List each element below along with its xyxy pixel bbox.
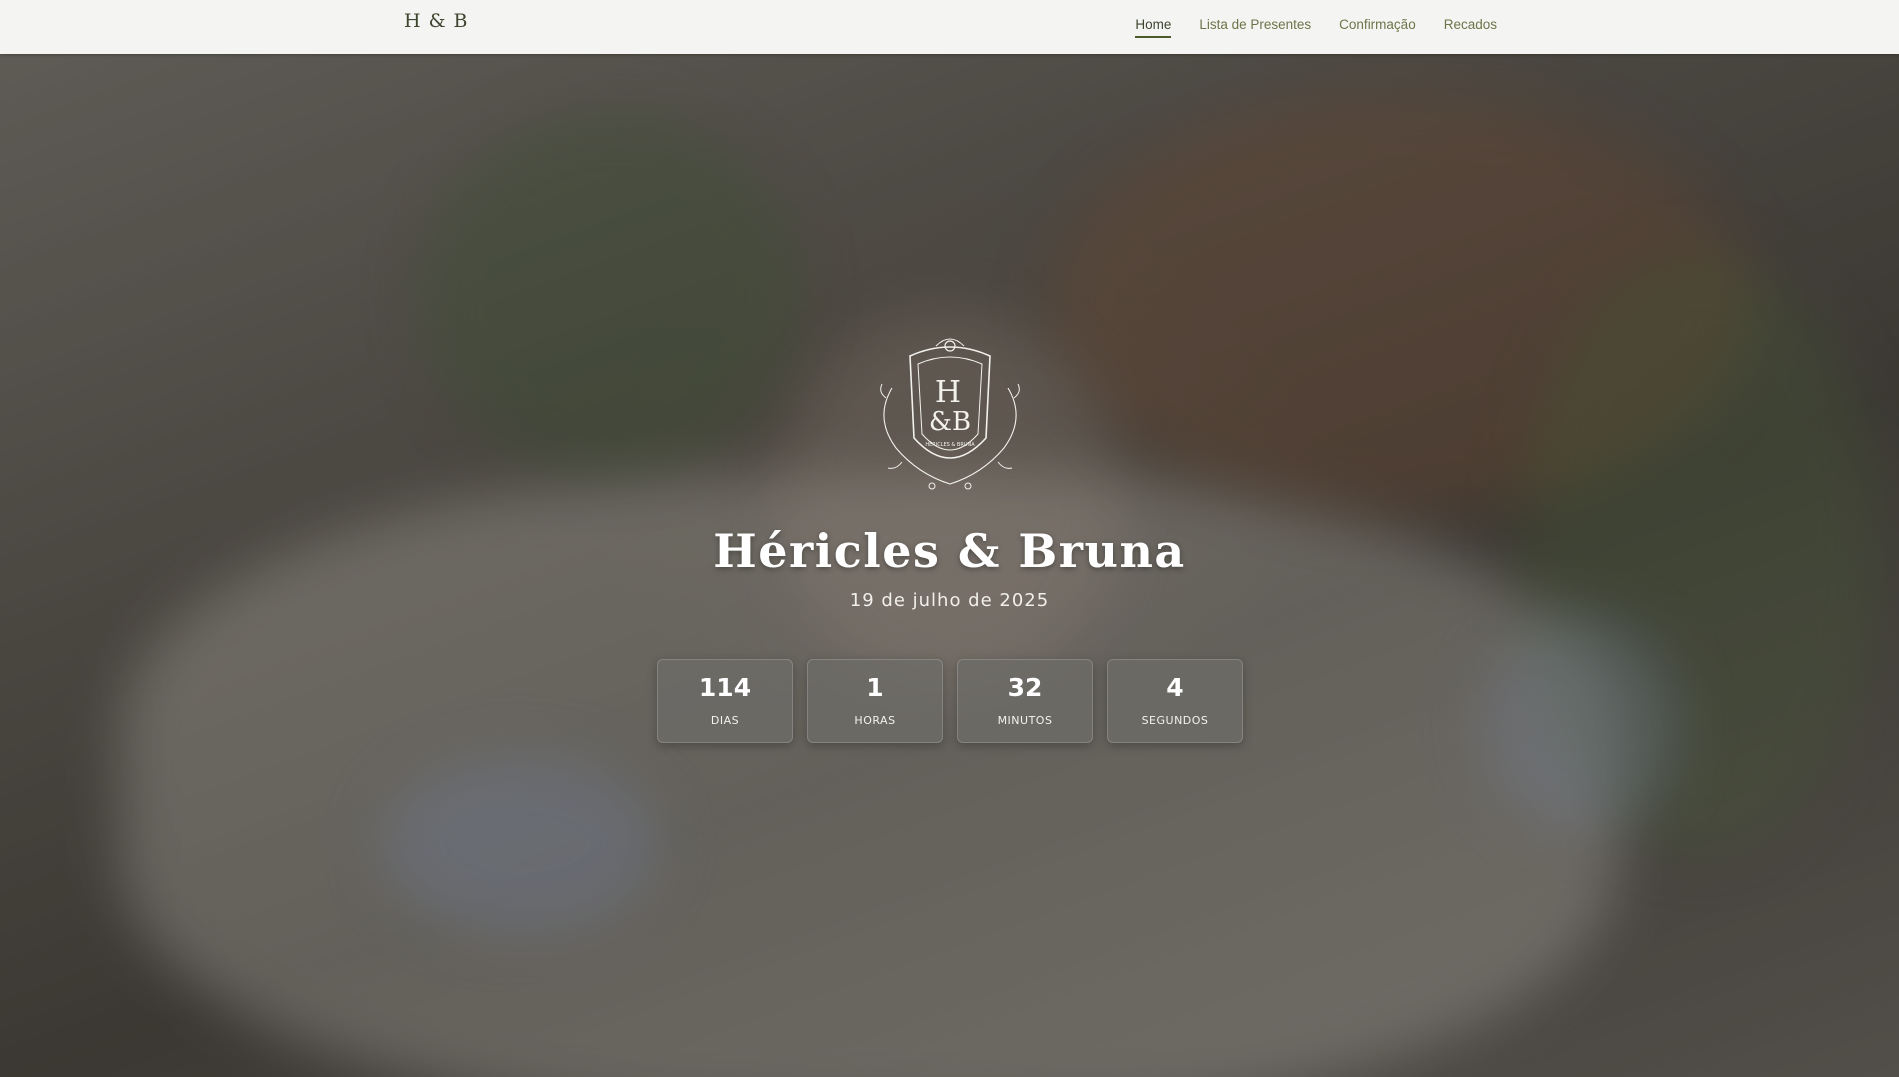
countdown-hours: 1 HORAS xyxy=(807,659,943,743)
nav-menu: Home Lista de Presentes Confirmação Reca… xyxy=(1135,17,1497,38)
countdown-hours-value: 1 xyxy=(866,673,884,702)
crest-monogram-top: H xyxy=(935,375,961,410)
brand-logo[interactable]: H & B xyxy=(404,10,469,32)
countdown-minutes: 32 MINUTOS xyxy=(957,659,1093,743)
countdown-seconds-value: 4 xyxy=(1166,673,1184,702)
countdown-minutes-value: 32 xyxy=(1007,673,1043,702)
crest-caption: HÉRICLES & BRUNA xyxy=(925,440,975,448)
countdown-minutes-label: MINUTOS xyxy=(997,714,1053,727)
nav-link-home[interactable]: Home xyxy=(1135,17,1172,38)
countdown-days: 114 DIAS xyxy=(657,659,793,743)
wedding-date: 19 de julho de 2025 xyxy=(849,590,1050,611)
couple-names-title: Héricles & Bruna xyxy=(713,524,1186,578)
nav-link-confirmacao[interactable]: Confirmação xyxy=(1339,17,1416,38)
countdown-seconds: 4 SEGUNDOS xyxy=(1107,659,1243,743)
nav-link-lista-de-presentes[interactable]: Lista de Presentes xyxy=(1199,17,1311,38)
countdown-seconds-label: SEGUNDOS xyxy=(1141,714,1209,727)
top-navbar: H & B Home Lista de Presentes Confirmaçã… xyxy=(0,0,1899,54)
crest-monogram-bottom: &B xyxy=(929,407,971,437)
countdown-days-label: DIAS xyxy=(710,714,740,727)
countdown-timer: 114 DIAS 1 HORAS 32 MINUTOS 4 SEGUNDOS xyxy=(657,659,1243,743)
nav-link-recados[interactable]: Recados xyxy=(1444,17,1497,38)
countdown-hours-label: HORAS xyxy=(854,714,896,727)
monogram-crest-logo: H &B HÉRICLES & BRUNA xyxy=(880,338,1020,490)
countdown-days-value: 114 xyxy=(698,673,752,702)
